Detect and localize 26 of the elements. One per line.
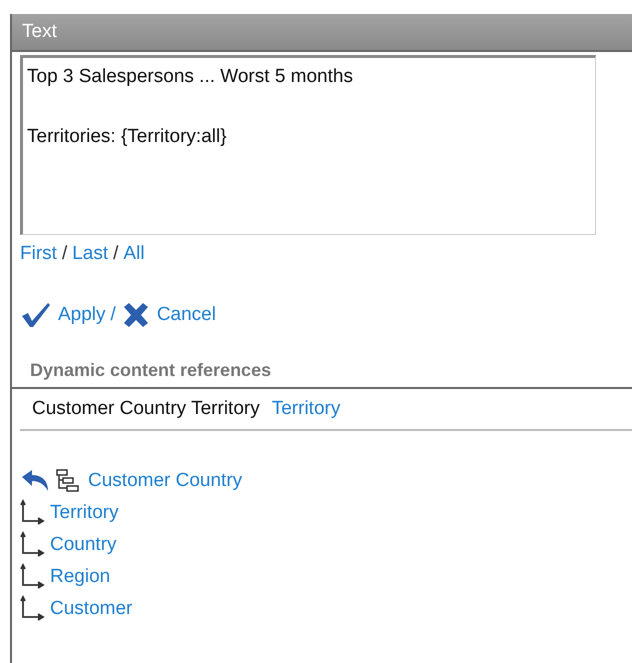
apply-link[interactable]: Apply — [20, 300, 106, 330]
editor-line: Top 3 Salespersons ... Worst 5 months — [27, 65, 354, 89]
panel-header: Text — [12, 14, 632, 52]
separator: / — [110, 302, 117, 327]
separator: / — [112, 242, 120, 266]
cancel-link[interactable]: Cancel — [120, 300, 216, 330]
hierarchy-icon — [56, 469, 80, 493]
range-link[interactable]: All — [123, 240, 145, 268]
reference-path: Customer Country Territory — [32, 396, 260, 421]
child-arrow-icon — [20, 499, 46, 527]
range-link[interactable]: First — [20, 240, 57, 268]
level-link[interactable]: Country — [50, 530, 117, 560]
level-link[interactable]: Territory — [50, 498, 119, 528]
hierarchy-link[interactable]: Customer Country — [88, 466, 242, 496]
check-icon — [20, 301, 52, 329]
separator: / — [60, 242, 68, 266]
text-editor[interactable]: Top 3 Salespersons ... Worst 5 months Territories: {Territory:all} — [20, 55, 596, 235]
level-link[interactable]: Region — [50, 562, 110, 592]
editor-line: Territories: {Territory:all} — [27, 125, 228, 149]
child-arrow-icon — [20, 563, 46, 591]
child-arrow-icon — [20, 531, 46, 559]
child-arrow-icon — [20, 595, 46, 623]
section-title: Dynamic content references — [29, 359, 272, 382]
level-link[interactable]: Customer — [50, 594, 132, 624]
range-link[interactable]: Last — [72, 240, 108, 268]
reference-link[interactable]: Territory — [272, 394, 340, 424]
